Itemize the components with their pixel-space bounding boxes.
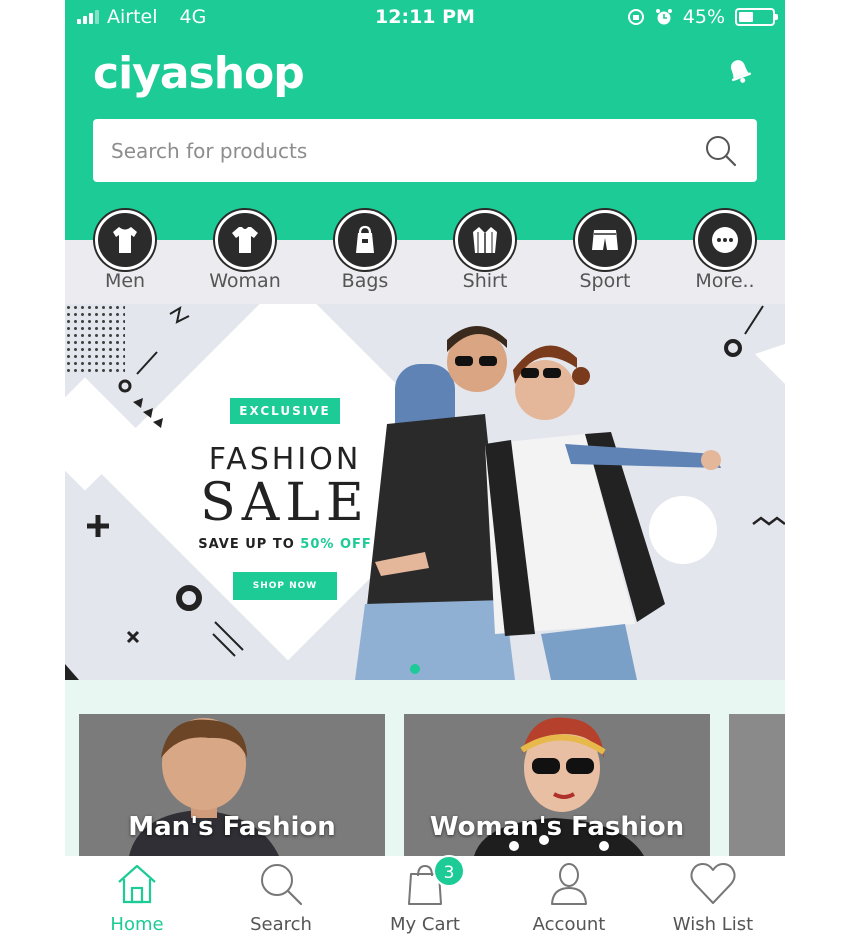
- search-bar[interactable]: [93, 119, 757, 182]
- shop-now-button[interactable]: SHOP NOW: [232, 572, 338, 600]
- rotation-lock-icon: [627, 9, 644, 25]
- alarm-icon: [655, 9, 672, 25]
- category-label: Sport: [579, 270, 631, 292]
- womens-fashion-card[interactable]: Woman's Fashion: [404, 714, 710, 856]
- tab-label: My Cart: [390, 914, 460, 935]
- account-icon: [551, 863, 587, 905]
- battery-percent: 45%: [682, 6, 725, 28]
- tab-label: Search: [250, 914, 312, 935]
- bell-icon[interactable]: [723, 54, 755, 86]
- category-label: Men: [104, 270, 146, 292]
- category-label: Bags: [341, 270, 389, 292]
- top-icon: [232, 227, 258, 253]
- category-list: Men Woman Bags Shirt Sport More..: [65, 208, 785, 304]
- tab-label: Wish List: [672, 914, 754, 935]
- app-screen: Airtel 4G 12:11 PM 45% ciyashop Search f…: [65, 0, 785, 936]
- sale-copy: EXCLUSIVE FASHION SALE SAVE UP TO 50% OF…: [185, 398, 385, 600]
- app-header: Airtel 4G 12:11 PM 45% ciyashop: [65, 0, 785, 240]
- category-woman[interactable]: Woman: [185, 208, 305, 304]
- next-fashion-card[interactable]: [729, 714, 785, 856]
- bottom-navigation: Home Search My Cart Account Wish List: [65, 856, 785, 936]
- tab-search[interactable]: Search: [209, 856, 353, 936]
- category-bags[interactable]: Bags: [305, 208, 425, 304]
- mens-fashion-card[interactable]: Man's Fashion: [79, 714, 385, 856]
- search-icon: [261, 864, 303, 906]
- card-title: Man's Fashion: [128, 812, 336, 842]
- battery-icon: [735, 8, 778, 26]
- banner-heading: FASHION: [208, 442, 362, 477]
- category-sport[interactable]: Sport: [545, 208, 665, 304]
- category-label: Woman: [209, 270, 281, 292]
- cart-count-badge: 3: [433, 855, 465, 887]
- discount-text: SAVE UP TO 50% OFF: [185, 537, 385, 552]
- promo-banner[interactable]: EXCLUSIVE FASHION SALE SAVE UP TO 50% OF…: [65, 304, 785, 680]
- category-shirt[interactable]: Shirt: [425, 208, 545, 304]
- bag-icon: [356, 225, 374, 253]
- tab-label: Home: [110, 914, 164, 935]
- tab-my-cart[interactable]: My Cart: [353, 856, 497, 936]
- tshirt-icon: [113, 227, 137, 253]
- search-icon[interactable]: [703, 133, 739, 169]
- search-input[interactable]: [111, 119, 671, 182]
- banner-decorations: [65, 305, 785, 680]
- shirt-icon: [473, 227, 497, 253]
- carousel-indicator[interactable]: [410, 664, 420, 674]
- category-label: Shirt: [462, 270, 508, 292]
- tab-home[interactable]: Home: [65, 856, 209, 936]
- status-bar: Airtel 4G 12:11 PM 45%: [65, 0, 785, 36]
- category-label: More..: [695, 270, 755, 292]
- exclusive-badge: EXCLUSIVE: [230, 398, 340, 424]
- heart-icon: [690, 863, 736, 904]
- tab-account[interactable]: Account: [497, 856, 641, 936]
- more-icon: [712, 227, 738, 253]
- shorts-icon: [592, 230, 618, 250]
- category-men[interactable]: Men: [65, 208, 185, 304]
- app-logo: ciyashop: [93, 48, 305, 99]
- banner-subheading: SALE: [200, 473, 370, 533]
- category-more[interactable]: More..: [665, 208, 785, 304]
- home-icon: [118, 864, 156, 904]
- discount-prefix: SAVE UP TO: [198, 537, 301, 552]
- tab-wish-list[interactable]: Wish List: [641, 856, 785, 936]
- discount-value: 50% OFF: [300, 537, 372, 552]
- card-title: Woman's Fashion: [429, 812, 685, 842]
- tab-label: Account: [532, 914, 606, 935]
